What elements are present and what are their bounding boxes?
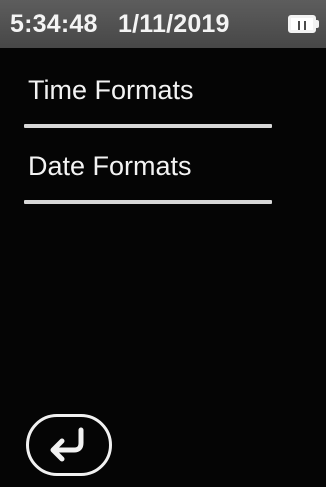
divider	[24, 124, 272, 128]
back-button[interactable]	[26, 414, 112, 476]
status-time: 5:34:48	[10, 10, 98, 38]
menu-item-date-formats[interactable]: Date Formats	[24, 149, 274, 209]
device-screen: 5:34:48 1/11/2019 Time Formats Date Form…	[0, 0, 326, 487]
menu-item-time-formats[interactable]: Time Formats	[24, 73, 274, 133]
divider	[24, 200, 272, 204]
status-date: 1/11/2019	[118, 10, 230, 38]
return-arrow-icon	[50, 427, 84, 462]
menu-item-label: Date Formats	[28, 151, 192, 181]
menu-item-label: Time Formats	[28, 75, 194, 105]
battery-cap	[315, 20, 319, 28]
battery-icon	[288, 15, 316, 33]
status-bar: 5:34:48 1/11/2019	[0, 0, 326, 48]
